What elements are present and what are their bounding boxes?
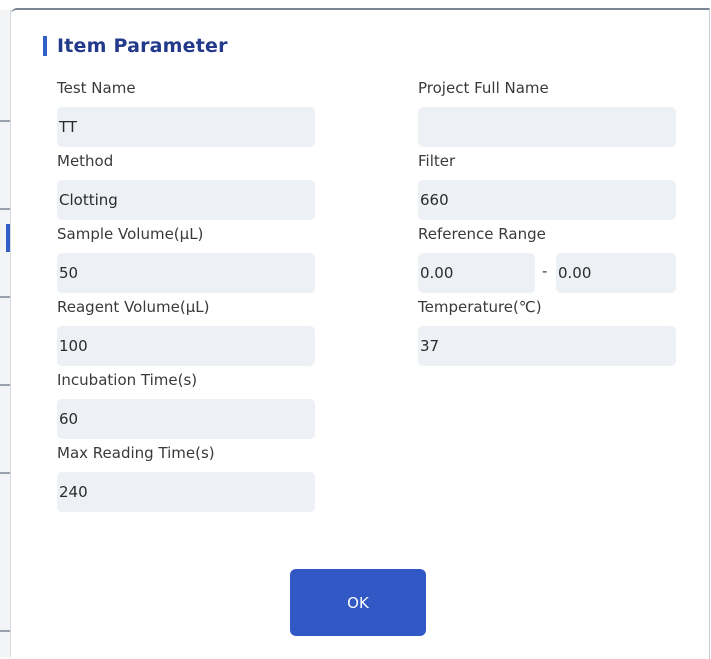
background-sidebar-edge: [0, 10, 11, 657]
reagent-volume-field[interactable]: 100: [57, 326, 315, 366]
test-name-field[interactable]: TT: [57, 107, 315, 147]
project-full-name-field[interactable]: [418, 107, 676, 147]
sample-volume-label: Sample Volume(μL): [57, 225, 204, 243]
reference-range-label: Reference Range: [418, 225, 546, 243]
section-header: Item Parameter: [43, 34, 228, 58]
edge-divider: [0, 472, 10, 474]
method-label: Method: [57, 152, 114, 170]
max-reading-time-value: 240: [59, 483, 88, 501]
sample-volume-field[interactable]: 50: [57, 253, 315, 293]
reference-range-min-value: 0.00: [420, 264, 454, 282]
incubation-time-value: 60: [59, 410, 79, 428]
background-active-indicator: [6, 224, 10, 252]
temperature-value: 37: [420, 337, 440, 355]
edge-divider: [0, 296, 10, 298]
item-parameter-dialog: Item Parameter Test Name TT Method Clott…: [11, 8, 710, 659]
incubation-time-label: Incubation Time(s): [57, 371, 198, 389]
reagent-volume-value: 100: [59, 337, 88, 355]
title-accent-bar: [43, 36, 47, 56]
reference-range-max-field[interactable]: 0.00: [556, 253, 676, 293]
filter-field[interactable]: 660: [418, 180, 676, 220]
reference-range-min-field[interactable]: 0.00: [418, 253, 535, 293]
test-name-label: Test Name: [57, 79, 136, 97]
filter-value: 660: [420, 191, 449, 209]
incubation-time-field[interactable]: 60: [57, 399, 315, 439]
method-value: Clotting: [59, 191, 118, 209]
project-full-name-label: Project Full Name: [418, 79, 549, 97]
sample-volume-value: 50: [59, 264, 79, 282]
temperature-label: Temperature(℃): [418, 298, 542, 316]
ok-button[interactable]: OK: [290, 569, 426, 636]
max-reading-time-field[interactable]: 240: [57, 472, 315, 512]
edge-divider: [0, 630, 10, 632]
edge-divider: [0, 208, 10, 210]
reagent-volume-label: Reagent Volume(μL): [57, 298, 210, 316]
reference-range-max-value: 0.00: [558, 264, 592, 282]
filter-label: Filter: [418, 152, 456, 170]
range-separator: -: [542, 262, 548, 280]
method-field[interactable]: Clotting: [57, 180, 315, 220]
dialog-title: Item Parameter: [57, 35, 228, 57]
edge-divider: [0, 120, 10, 122]
ok-button-label: OK: [347, 593, 369, 612]
test-name-value: TT: [59, 118, 78, 136]
temperature-field[interactable]: 37: [418, 326, 676, 366]
max-reading-time-label: Max Reading Time(s): [57, 444, 215, 462]
edge-divider: [0, 384, 10, 386]
